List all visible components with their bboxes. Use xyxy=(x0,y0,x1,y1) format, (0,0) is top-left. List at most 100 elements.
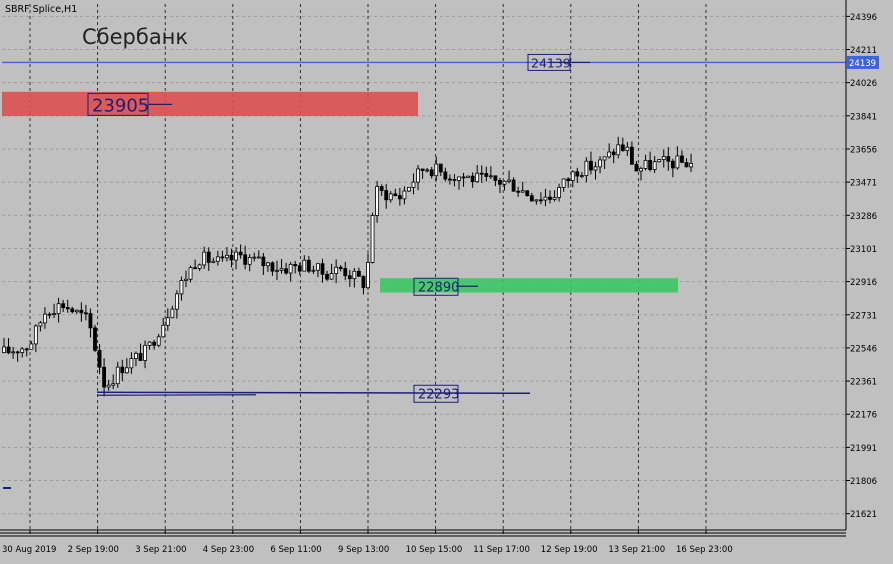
candle-body xyxy=(279,268,284,271)
candle-body xyxy=(229,254,234,261)
candle-body xyxy=(325,273,329,280)
candle-body xyxy=(302,259,307,272)
candle-body xyxy=(479,172,484,175)
level-label: 22293 xyxy=(418,387,459,402)
candle-body xyxy=(511,179,516,192)
y-tick-label: 24396 xyxy=(850,13,877,23)
y-tick-label: 21991 xyxy=(850,444,877,454)
candle-body xyxy=(316,263,320,271)
candle-body xyxy=(670,160,675,169)
x-tick-label: 12 Sep 19:00 xyxy=(541,545,598,555)
candle-body xyxy=(206,251,211,263)
candle-body xyxy=(38,322,43,327)
candle-body xyxy=(598,159,602,168)
x-tick-label: 30 Aug 2019 xyxy=(2,545,56,555)
symbol-timeframe-label: SBRF Splice,H1 xyxy=(5,4,77,15)
level-label: 22890 xyxy=(418,280,459,295)
candle-body xyxy=(288,263,293,274)
candle-body xyxy=(466,175,471,178)
candle-body xyxy=(188,267,193,280)
candle-body xyxy=(270,262,275,272)
candle-body xyxy=(402,190,407,200)
candle-body xyxy=(570,171,575,181)
x-tick-label: 13 Sep 21:00 xyxy=(608,545,665,555)
candle-body xyxy=(438,163,443,173)
candle-body xyxy=(202,251,207,266)
candle-body xyxy=(407,186,411,192)
candle-body xyxy=(65,307,70,310)
candle-body xyxy=(120,366,125,374)
y-tick-label: 23286 xyxy=(850,212,877,222)
candle-body xyxy=(93,327,97,351)
candle-body xyxy=(275,269,279,272)
candle-body xyxy=(74,309,79,313)
candle-body xyxy=(589,160,593,171)
candle-body xyxy=(11,351,16,354)
candle-body xyxy=(666,156,671,162)
candle-body xyxy=(33,325,38,345)
candle-body xyxy=(684,161,689,168)
candle-body xyxy=(24,348,29,351)
candle-body xyxy=(111,383,116,386)
trend-line xyxy=(96,391,531,395)
candle-body xyxy=(420,168,425,171)
candle-body xyxy=(43,313,47,324)
x-tick-label: 11 Sep 17:00 xyxy=(473,545,530,555)
candle-body xyxy=(84,312,88,315)
candle-body xyxy=(561,178,566,188)
y-tick-label: 23656 xyxy=(850,145,877,155)
candle-body xyxy=(457,176,461,181)
level-label: 23905 xyxy=(92,95,149,116)
candle-body xyxy=(15,351,20,354)
candle-body xyxy=(516,190,521,193)
candle-body xyxy=(6,346,11,354)
candle-body xyxy=(261,256,266,267)
candle-body xyxy=(484,173,489,177)
candle-body xyxy=(447,178,452,181)
candle-body xyxy=(616,144,621,156)
candle-body xyxy=(220,256,225,259)
x-tick-label: 2 Sep 19:00 xyxy=(68,545,119,555)
candle-body xyxy=(584,160,589,176)
candle-body xyxy=(393,193,398,197)
y-tick-label: 22731 xyxy=(850,311,877,321)
candle-body xyxy=(602,156,607,161)
candle-body xyxy=(124,367,129,374)
candle-body xyxy=(634,163,639,172)
candle-body xyxy=(384,190,389,201)
candle-body xyxy=(311,269,316,272)
price-chart[interactable]: 24139 24139 23905 22890 22293 24396 24211 2402… xyxy=(0,0,893,560)
candle-body xyxy=(52,313,56,316)
x-tick-label: 16 Sep 23:00 xyxy=(676,545,733,555)
chart-title: Сбербанк xyxy=(82,25,188,49)
candle-body xyxy=(165,317,170,326)
y-tick-label: 23841 xyxy=(850,112,877,122)
candle-body xyxy=(575,171,580,177)
y-tick-label: 22176 xyxy=(850,411,877,421)
candle-body xyxy=(552,197,557,200)
candle-body xyxy=(256,256,261,259)
candle-body xyxy=(366,262,370,289)
candle-body xyxy=(680,155,684,163)
candle-body xyxy=(625,146,630,152)
candle-body xyxy=(56,303,61,315)
candle-body xyxy=(352,270,357,280)
candle-body xyxy=(47,313,52,316)
candle-body xyxy=(379,186,384,191)
candle-body xyxy=(225,254,229,259)
candle-body xyxy=(416,168,420,183)
y-tick-label: 23471 xyxy=(850,179,877,189)
candle-body xyxy=(170,308,175,319)
candle-body xyxy=(657,159,662,163)
y-tick-label: 22546 xyxy=(850,344,877,354)
y-tick-label: 21806 xyxy=(850,477,877,487)
y-tick-label: 22361 xyxy=(850,378,877,388)
candle-body xyxy=(134,352,138,359)
candle-body xyxy=(429,169,434,177)
current-price-tag-label: 24139 xyxy=(849,59,876,69)
candle-body xyxy=(566,178,571,181)
chart-window[interactable]: 24139 24139 23905 22890 22293 24396 24211 2402… xyxy=(0,0,893,560)
x-tick-label: 9 Sep 13:00 xyxy=(338,545,389,555)
candle-body xyxy=(361,275,366,289)
candle-body xyxy=(675,155,680,169)
